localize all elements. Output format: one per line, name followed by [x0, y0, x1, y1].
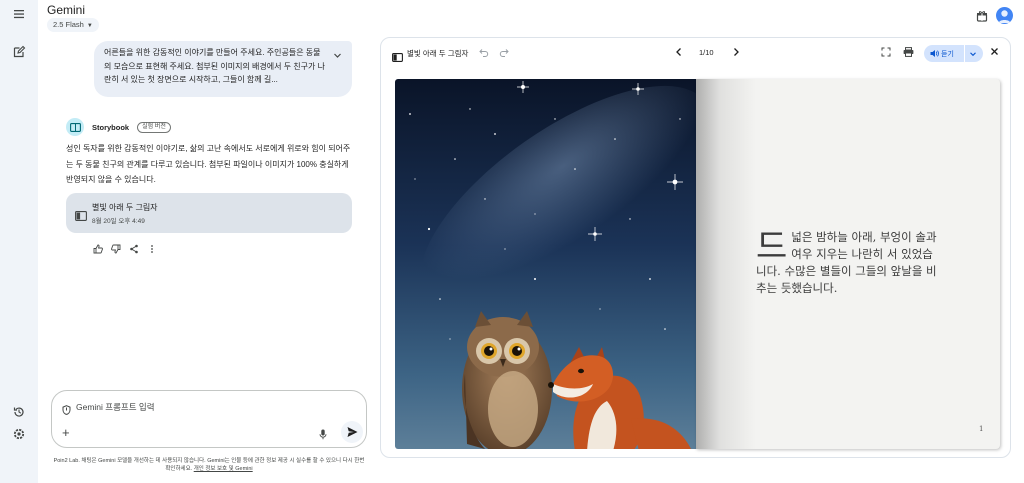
fullscreen-icon[interactable] — [880, 47, 892, 59]
user-prompt-bubble: 어른들을 위한 감동적인 이야기를 만들어 주세요. 주인공들은 동물의 모습으… — [94, 41, 352, 97]
privacy-link[interactable]: 개인 정보 보호 및 Gemini — [194, 466, 253, 472]
source-name: Storybook — [92, 122, 130, 132]
card-date: 8월 20일 오후 4:49 — [92, 218, 145, 225]
listen-button[interactable]: 듣기 — [924, 45, 983, 62]
side-rail — [0, 0, 38, 483]
prev-page-icon[interactable] — [673, 47, 685, 59]
send-button[interactable] — [341, 421, 363, 443]
share-icon[interactable] — [129, 244, 139, 254]
user-prompt-text: 어른들을 위한 감동적인 이야기를 만들어 주세요. 주인공들은 동물의 모습으… — [104, 48, 325, 84]
add-icon[interactable]: + — [62, 425, 70, 440]
main-pane: Gemini 2.5 Flash ▼ 어른들을 위한 감동적인 이야기를 만들어 … — [38, 0, 1024, 483]
shield-icon — [62, 402, 71, 415]
expand-icon[interactable] — [333, 51, 342, 65]
dropcap: 드 — [756, 227, 788, 267]
activity-icon[interactable] — [11, 405, 27, 421]
gift-icon[interactable] — [975, 9, 989, 23]
settings-icon[interactable] — [11, 427, 27, 443]
next-page-icon[interactable] — [730, 47, 742, 59]
book-icon — [75, 208, 87, 221]
model-selector[interactable]: 2.5 Flash ▼ — [47, 18, 99, 32]
night-sky-owl-fox-illustration — [395, 79, 696, 449]
close-icon[interactable] — [988, 47, 1000, 59]
story-paragraph: 드 넓은 밤하늘 아래, 부엉이 솔과 여우 지우는 나란히 서 있었습니다. 수… — [756, 229, 942, 297]
page-indicator: 1/10 — [699, 48, 714, 57]
print-icon[interactable] — [902, 47, 914, 59]
thumb-up-icon[interactable] — [93, 244, 103, 254]
prompt-input[interactable]: Gemini 프롬프트 입력 — [76, 401, 155, 413]
new-chat-icon[interactable] — [11, 45, 27, 61]
speaker-icon — [930, 50, 939, 57]
redo-icon[interactable] — [498, 47, 510, 59]
send-icon — [347, 427, 358, 437]
experimental-badge: 실험 버전 — [137, 121, 171, 133]
undo-icon[interactable] — [478, 47, 490, 59]
page-gutter-shadow — [696, 79, 756, 449]
menu-icon[interactable] — [11, 7, 27, 23]
storybook-panel: 별빛 아래 두 그림자 1/10 듣기 드 넓은 밤하늘 아래, 부엉이 솔과 … — [380, 37, 1011, 458]
page-number: 1 — [979, 425, 984, 433]
prompt-input-box[interactable]: Gemini 프롬프트 입력 + — [51, 390, 367, 448]
text-page: 드 넓은 밤하늘 아래, 부엉이 솔과 여우 지우는 나란히 서 있었습니다. 수… — [696, 79, 1000, 449]
thumb-down-icon[interactable] — [111, 244, 121, 254]
listen-divider — [964, 45, 965, 62]
response-text: 성인 독자를 위한 감동적인 이야기로, 삶의 고난 속에서도 서로에게 위로와… — [66, 144, 351, 184]
response-source: Storybook 실험 버전 — [66, 118, 171, 136]
more-icon[interactable] — [147, 244, 157, 254]
illustration-page — [395, 79, 696, 449]
caret-down-icon: ▼ — [86, 23, 93, 29]
disclaimer: Poin2 Lab. 채팅은 Gemini 모델을 개선하는 데 사용되지 않습… — [51, 457, 367, 473]
storybook-title: 별빛 아래 두 그림자 — [407, 49, 469, 58]
model-label: 2.5 Flash — [53, 20, 84, 29]
response-actions — [93, 244, 157, 254]
listen-label: 듣기 — [941, 51, 954, 58]
storybook-logo-icon — [66, 118, 84, 136]
app-title: Gemini — [47, 3, 86, 17]
storybook-card[interactable]: 별빛 아래 두 그림자 8월 20일 오후 4:49 — [66, 193, 352, 233]
storybook-book: 드 넓은 밤하늘 아래, 부엉이 솔과 여우 지우는 나란히 서 있었습니다. 수… — [395, 79, 1000, 449]
storybook-toolbar: 별빛 아래 두 그림자 1/10 듣기 — [381, 38, 1010, 70]
mic-icon[interactable] — [319, 427, 327, 440]
card-title: 별빛 아래 두 그림자 — [92, 203, 158, 212]
avatar[interactable] — [996, 7, 1013, 24]
chevron-down-icon[interactable] — [969, 50, 977, 58]
book-icon — [392, 49, 403, 62]
